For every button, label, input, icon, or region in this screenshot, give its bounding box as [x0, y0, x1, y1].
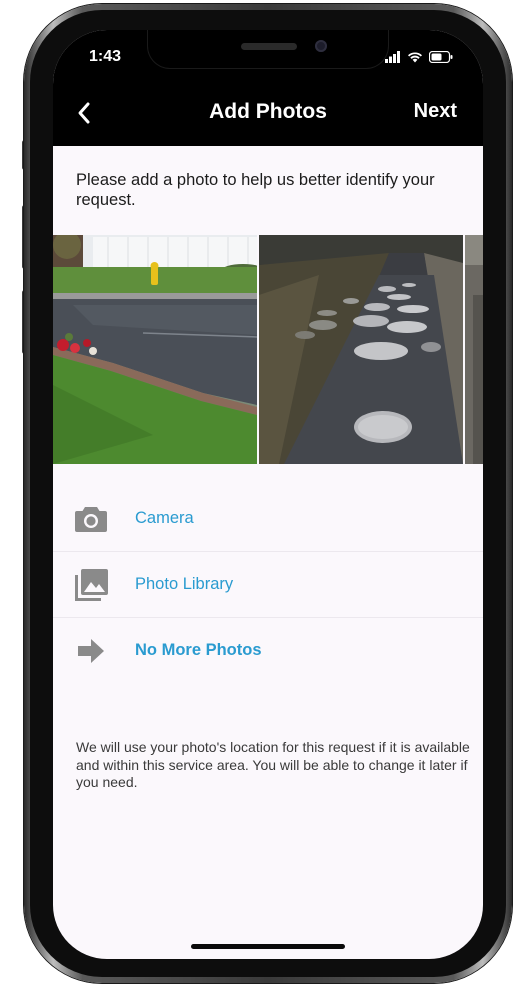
photo-source-options: Camera Photo Library No More Photos — [53, 486, 483, 683]
photo-strip[interactable] — [53, 235, 483, 464]
location-note: We will use your photo's location for th… — [76, 739, 470, 790]
wifi-icon — [407, 50, 423, 68]
photo-thumbnail[interactable] — [465, 235, 483, 464]
battery-icon — [428, 50, 453, 68]
signal-icon — [385, 50, 401, 68]
navigation-bar: 1:43 Add Photos Next — [53, 30, 483, 146]
photo-library-icon — [71, 568, 111, 602]
phone-screen: 1:43 Add Photos Next Please add a photo … — [53, 30, 483, 959]
next-button[interactable]: Next — [414, 100, 457, 123]
camera-icon — [71, 502, 111, 536]
option-label: No More Photos — [135, 641, 262, 659]
option-photo-library[interactable]: Photo Library — [53, 552, 483, 618]
option-label: Camera — [135, 509, 194, 527]
photo-thumbnail[interactable] — [53, 235, 257, 464]
front-camera — [315, 40, 327, 52]
option-label: Photo Library — [135, 575, 234, 593]
photo-thumbnail[interactable] — [259, 235, 463, 464]
speaker-grille — [241, 43, 297, 50]
status-time: 1:43 — [89, 48, 122, 65]
home-indicator[interactable] — [191, 944, 345, 949]
option-camera[interactable]: Camera — [53, 486, 483, 552]
status-icons — [385, 50, 453, 68]
option-no-more-photos[interactable]: No More Photos — [53, 618, 483, 683]
intro-text: Please add a photo to help us better ide… — [76, 171, 435, 209]
phone-mockup: 1:43 Add Photos Next Please add a photo … — [0, 0, 517, 987]
arrow-right-icon — [71, 634, 111, 668]
